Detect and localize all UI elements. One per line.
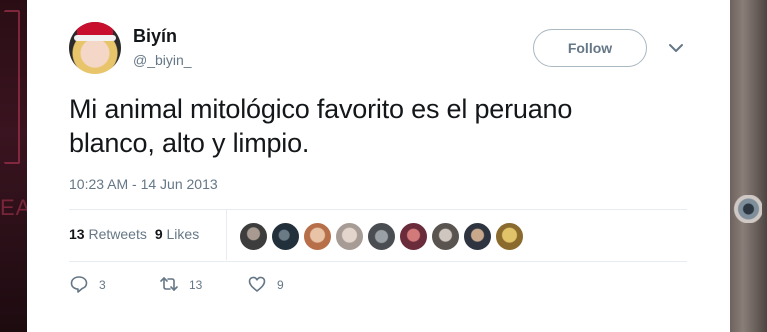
- like-action[interactable]: 9: [247, 274, 284, 296]
- likes-count: 9: [154, 226, 163, 242]
- retweet-action[interactable]: 13: [159, 274, 202, 296]
- reply-icon: [69, 274, 99, 297]
- liker-avatar[interactable]: [271, 222, 300, 251]
- reply-count: 3: [99, 278, 106, 292]
- santa-hat-icon: [74, 22, 116, 41]
- retweet-icon: [159, 274, 189, 297]
- liker-avatar[interactable]: [303, 222, 332, 251]
- reply-action[interactable]: 3: [69, 274, 106, 296]
- likes-stat[interactable]: 9 Likes: [155, 226, 199, 242]
- stats-divider: [226, 210, 227, 260]
- retweets-label: Retweets: [88, 226, 147, 242]
- divider: [69, 209, 687, 210]
- tweet-text-line: Mi animal mitológico favorito es el peru…: [69, 94, 573, 124]
- background-eye: [732, 195, 762, 223]
- liker-avatar[interactable]: [367, 222, 396, 251]
- follow-button[interactable]: Follow: [533, 29, 647, 67]
- chevron-down-icon[interactable]: [667, 39, 685, 57]
- tweet-text-line: blanco, alto y limpio.: [69, 128, 310, 158]
- author-handle[interactable]: @_biyin_: [133, 52, 192, 68]
- tweet-stats: 13 Retweets 9 Likes: [69, 226, 199, 242]
- divider: [69, 261, 687, 262]
- like-count: 9: [277, 278, 284, 292]
- retweets-stat[interactable]: 13 Retweets: [69, 226, 147, 242]
- likes-label: Likes: [166, 226, 200, 242]
- retweet-count: 13: [189, 278, 203, 292]
- tweet-card: Biyín @_biyin_ Follow Mi animal mitológi…: [27, 0, 730, 332]
- retweets-count: 13: [69, 226, 85, 242]
- liker-avatar[interactable]: [495, 222, 524, 251]
- liker-avatar[interactable]: [335, 222, 364, 251]
- neon-sign-shape: [4, 10, 20, 164]
- avatar[interactable]: [69, 22, 121, 74]
- heart-icon: [247, 274, 277, 297]
- author-name[interactable]: Biyín: [133, 26, 177, 47]
- liker-avatar[interactable]: [239, 222, 268, 251]
- liker-avatar[interactable]: [463, 222, 492, 251]
- tweet-timestamp[interactable]: 10:23 AM - 14 Jun 2013: [69, 176, 218, 192]
- tweet-text: Mi animal mitológico favorito es el peru…: [69, 92, 669, 160]
- liker-avatar[interactable]: [399, 222, 428, 251]
- background-right-image: [730, 0, 767, 332]
- background-left-image: EA: [0, 0, 30, 332]
- liker-avatar[interactable]: [431, 222, 460, 251]
